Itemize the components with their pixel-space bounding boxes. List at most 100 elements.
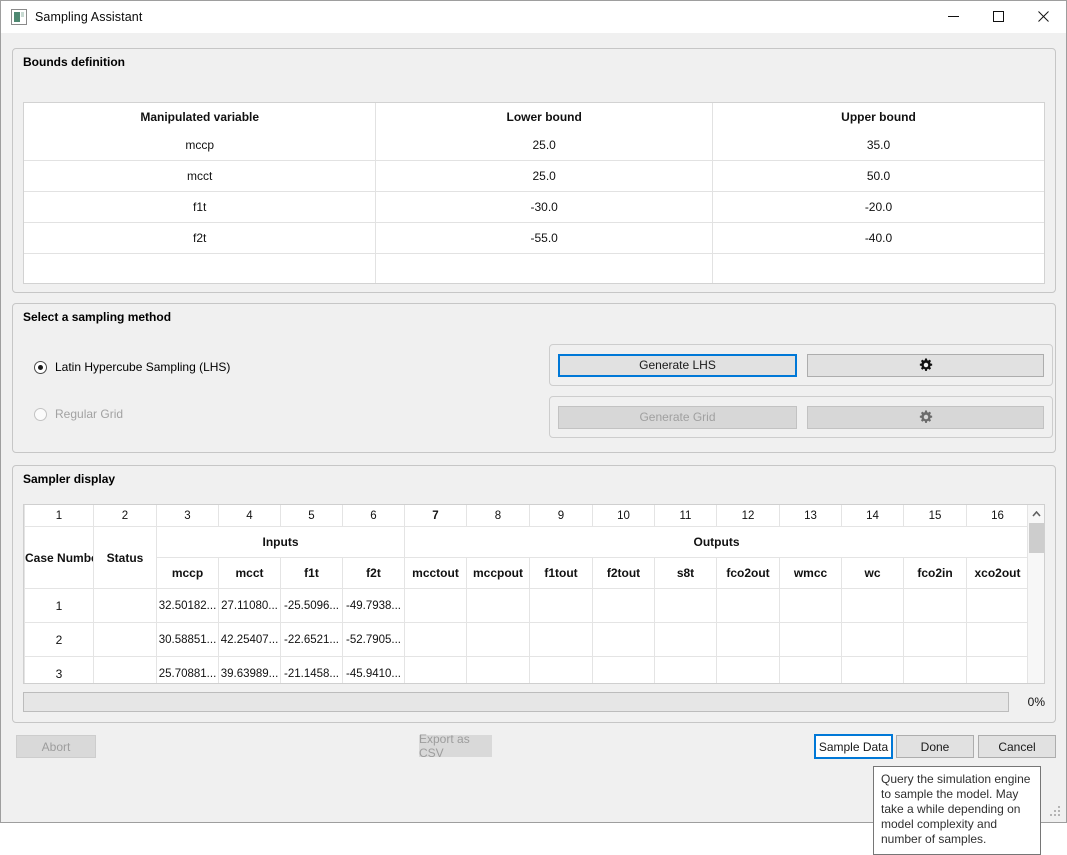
bounds-cell-lower[interactable]: -55.0 — [375, 222, 713, 254]
cell-value[interactable] — [779, 656, 842, 683]
bounds-col-upper: Upper bound — [841, 109, 916, 124]
cell-value[interactable] — [966, 588, 1027, 623]
col-number[interactable]: 2 — [93, 505, 157, 527]
bounds-cell-lower[interactable]: -30.0 — [375, 191, 713, 223]
cell-value[interactable] — [841, 588, 904, 623]
cell-value[interactable]: 25.70881... — [156, 656, 219, 683]
col-number[interactable]: 12 — [716, 505, 780, 527]
cell-value[interactable] — [466, 588, 530, 623]
cancel-button[interactable]: Cancel — [978, 735, 1056, 758]
table-row[interactable]: 1 32.50182... 27.11080... -25.5096... -4… — [24, 588, 1027, 623]
cell-value[interactable]: 42.25407... — [218, 622, 281, 657]
cell-value[interactable]: 30.58851... — [156, 622, 219, 657]
scrollbar-thumb[interactable] — [1029, 523, 1044, 553]
table-row[interactable]: mcct 25.0 50.0 — [24, 160, 1044, 192]
cell-value[interactable] — [529, 588, 593, 623]
close-button[interactable] — [1021, 1, 1066, 32]
col-number[interactable]: 8 — [466, 505, 530, 527]
cell-value[interactable] — [903, 588, 967, 623]
col-number[interactable]: 15 — [903, 505, 967, 527]
cell-value[interactable]: -52.7905... — [342, 622, 405, 657]
bounds-cell-variable[interactable]: mcct — [24, 160, 377, 192]
col-number[interactable]: 5 — [280, 505, 343, 527]
bounds-cell-upper[interactable]: -20.0 — [712, 191, 1044, 223]
cell-value[interactable] — [404, 622, 467, 657]
table-row[interactable]: f1t -30.0 -20.0 — [24, 191, 1044, 223]
bounds-cell-variable[interactable]: f1t — [24, 191, 377, 223]
table-row[interactable]: 2 30.58851... 42.25407... -22.6521... -5… — [24, 622, 1027, 657]
cell-value[interactable] — [903, 656, 967, 683]
maximize-button[interactable] — [976, 1, 1021, 32]
bounds-cell-lower[interactable]: 25.0 — [375, 130, 713, 161]
col-number[interactable]: 16 — [966, 505, 1027, 527]
cell-value[interactable] — [716, 656, 780, 683]
col-number[interactable]: 13 — [779, 505, 842, 527]
cell-value[interactable] — [529, 656, 593, 683]
radio-latin-hypercube-sampling[interactable]: Latin Hypercube Sampling (LHS) — [34, 360, 230, 374]
cell-value[interactable]: 27.11080... — [218, 588, 281, 623]
cell-value[interactable]: -21.1458... — [280, 656, 343, 683]
cell-value[interactable]: -45.9410... — [342, 656, 405, 683]
col-number[interactable]: 4 — [218, 505, 281, 527]
cell-value[interactable] — [404, 588, 467, 623]
cell-value[interactable]: 39.63989... — [218, 656, 281, 683]
cell-value[interactable] — [779, 622, 842, 657]
table-row[interactable]: f2t -55.0 -40.0 — [24, 222, 1044, 254]
cell-case-number[interactable]: 1 — [24, 588, 94, 623]
col-number[interactable]: 11 — [654, 505, 717, 527]
cell-value[interactable] — [654, 656, 717, 683]
col-number[interactable]: 6 — [342, 505, 405, 527]
generate-lhs-button[interactable]: Generate LHS — [558, 353, 797, 377]
cell-value[interactable] — [466, 656, 530, 683]
col-number[interactable]: 10 — [592, 505, 655, 527]
cell-value[interactable]: -49.7938... — [342, 588, 405, 623]
cell-value[interactable] — [466, 622, 530, 657]
col-number[interactable]: 14 — [841, 505, 904, 527]
lhs-settings-button[interactable] — [807, 353, 1044, 377]
minimize-button[interactable] — [931, 1, 976, 32]
cell-value[interactable] — [841, 622, 904, 657]
header-field: f1t — [280, 557, 343, 589]
cell-status[interactable] — [93, 622, 157, 657]
sample-data-button[interactable]: Sample Data — [814, 734, 893, 759]
radio-button-icon[interactable] — [34, 360, 47, 374]
cell-value[interactable]: 32.50182... — [156, 588, 219, 623]
cell-value[interactable] — [404, 656, 467, 683]
bounds-cell-variable[interactable]: f2t — [24, 222, 377, 254]
cell-value[interactable] — [654, 622, 717, 657]
col-number[interactable]: 3 — [156, 505, 219, 527]
cell-value[interactable]: -25.5096... — [280, 588, 343, 623]
cell-value[interactable] — [841, 656, 904, 683]
col-number[interactable]: 1 — [24, 505, 94, 527]
done-button[interactable]: Done — [896, 735, 974, 758]
cell-value[interactable] — [966, 656, 1027, 683]
bounds-cell-upper[interactable]: 35.0 — [712, 130, 1044, 161]
cell-value[interactable] — [779, 588, 842, 623]
cell-value[interactable] — [592, 588, 655, 623]
scroll-up-button[interactable] — [1028, 505, 1044, 522]
col-number[interactable]: 7 — [404, 505, 467, 527]
table-row[interactable]: mccp 25.0 35.0 — [24, 130, 1044, 161]
col-number[interactable]: 9 — [529, 505, 593, 527]
bounds-cell-upper[interactable]: 50.0 — [712, 160, 1044, 192]
cell-value[interactable]: -22.6521... — [280, 622, 343, 657]
cell-value[interactable] — [529, 622, 593, 657]
cell-case-number[interactable]: 2 — [24, 622, 94, 657]
resize-grip[interactable] — [1050, 806, 1062, 818]
cell-status[interactable] — [93, 588, 157, 623]
cell-value[interactable] — [592, 656, 655, 683]
sampler-vertical-scrollbar[interactable] — [1027, 505, 1044, 683]
bounds-cell-upper[interactable]: -40.0 — [712, 222, 1044, 254]
cell-value[interactable] — [716, 622, 780, 657]
cell-value[interactable] — [716, 588, 780, 623]
cell-case-number[interactable]: 3 — [24, 656, 94, 683]
sampler-scroll-area[interactable]: 1 2 3 4 5 6 7 8 9 10 11 12 13 14 15 16 C… — [24, 505, 1027, 683]
cell-value[interactable] — [592, 622, 655, 657]
table-row[interactable]: 3 25.70881... 39.63989... -21.1458... -4… — [24, 656, 1027, 683]
cell-status[interactable] — [93, 656, 157, 683]
bounds-cell-lower[interactable]: 25.0 — [375, 160, 713, 192]
cell-value[interactable] — [654, 588, 717, 623]
cell-value[interactable] — [966, 622, 1027, 657]
bounds-cell-variable[interactable]: mccp — [24, 130, 377, 161]
cell-value[interactable] — [903, 622, 967, 657]
